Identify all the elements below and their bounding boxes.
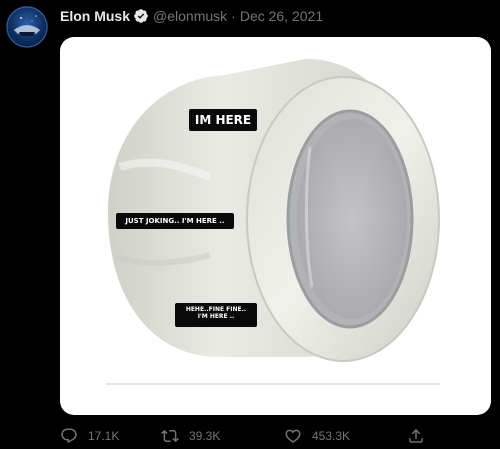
author-handle[interactable]: @elonmusk bbox=[153, 8, 227, 24]
verified-badge-icon bbox=[134, 9, 148, 23]
tweet[interactable]: Elon Musk @elonmusk · Dec 26, 2021 IM HE… bbox=[0, 0, 500, 449]
tweet-image[interactable]: IM HERE JUST JOKING.. I'M HERE .. HEHE..… bbox=[60, 37, 491, 415]
tweet-date[interactable]: Dec 26, 2021 bbox=[240, 8, 323, 24]
author-name[interactable]: Elon Musk bbox=[60, 8, 130, 24]
like-button[interactable]: 453.3K bbox=[284, 425, 350, 447]
retweet-button[interactable]: 39.3K bbox=[161, 425, 220, 447]
caption-label-1: IM HERE bbox=[189, 109, 257, 131]
caption-label-2: JUST JOKING.. I'M HERE .. bbox=[116, 213, 234, 229]
share-button[interactable] bbox=[407, 425, 435, 447]
avatar[interactable] bbox=[6, 6, 48, 48]
tweet-actions: 17.1K 39.3K 453.3K bbox=[60, 425, 430, 447]
reply-icon bbox=[61, 428, 77, 444]
header-separator: · bbox=[231, 8, 236, 24]
caption-label-3: HEHE..FINE FINE.. I'M HERE .. bbox=[175, 303, 257, 327]
tweet-header: Elon Musk @elonmusk · Dec 26, 2021 bbox=[60, 6, 323, 26]
share-icon bbox=[409, 428, 423, 443]
like-icon bbox=[285, 429, 301, 443]
avatar-image bbox=[6, 6, 48, 48]
caption-label-3-line-2: I'M HERE .. bbox=[197, 313, 235, 321]
reply-count: 17.1K bbox=[88, 429, 120, 443]
reply-button[interactable]: 17.1K bbox=[60, 425, 119, 447]
caption-label-3-line-1: HEHE..FINE FINE.. bbox=[185, 306, 247, 313]
retweet-count: 39.3K bbox=[189, 429, 221, 443]
tape-hole bbox=[297, 119, 407, 319]
like-count: 453.3K bbox=[312, 429, 351, 443]
retweet-icon bbox=[161, 429, 179, 443]
